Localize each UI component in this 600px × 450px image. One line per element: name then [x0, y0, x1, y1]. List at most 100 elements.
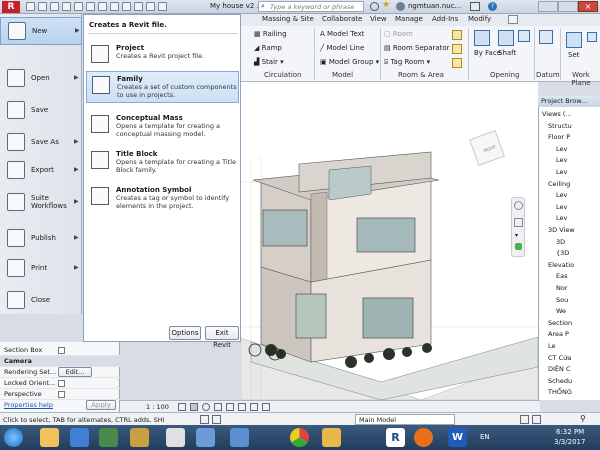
redo-icon[interactable] — [74, 2, 83, 11]
new-annotation-symbol-item[interactable]: Annotation Symbol Creates a tag or symbol… — [86, 183, 239, 215]
task-browser-icon[interactable] — [70, 428, 89, 447]
language-indicator[interactable]: EN — [480, 433, 490, 441]
thin-lines-icon[interactable] — [134, 2, 143, 11]
apply-button[interactable]: Apply — [86, 400, 116, 410]
detail-level-icon[interactable] — [178, 403, 186, 411]
tab-massing-site[interactable]: Massing & Site — [262, 15, 314, 23]
zoom-chevron-icon[interactable]: ▾ — [515, 232, 518, 239]
app-menu-item-print[interactable]: Print ▶ — [0, 255, 82, 283]
by-face-button[interactable]: By Face — [474, 49, 501, 57]
browser-node[interactable]: Floor P — [548, 133, 570, 141]
tab-view[interactable]: View — [370, 15, 387, 23]
browser-node[interactable]: Lev — [556, 168, 567, 176]
task-explorer-icon[interactable] — [322, 428, 341, 447]
clock-date[interactable]: 3/3/2017 — [554, 438, 585, 446]
drag-elements-icon[interactable] — [532, 415, 541, 424]
task-chrome-icon[interactable] — [290, 428, 309, 447]
model-group-button[interactable]: ▣ Model Group ▾ — [320, 58, 379, 66]
user-icon[interactable] — [396, 2, 405, 11]
browser-node[interactable]: Area P — [548, 330, 569, 338]
browser-node[interactable]: Ceiling — [548, 180, 570, 188]
options-button[interactable]: Options — [169, 326, 201, 340]
crop-view-icon[interactable] — [226, 403, 234, 411]
browser-node[interactable]: DIỆN C — [548, 365, 571, 373]
open-icon[interactable] — [26, 2, 35, 11]
app-menu-item-export[interactable]: Export ▶ — [0, 157, 82, 185]
shadows-icon[interactable] — [214, 403, 222, 411]
app-menu-item-save[interactable]: Save — [0, 97, 82, 125]
browser-node[interactable]: Lev — [556, 145, 567, 153]
new-project-item[interactable]: Project Creates a Revit project file. — [86, 41, 239, 73]
clock-time[interactable]: 6:32 PM — [556, 428, 584, 436]
app-menu-item-publish[interactable]: Publish ▶ — [0, 225, 82, 253]
task-ps-icon[interactable] — [230, 428, 249, 447]
exit-revit-button[interactable]: Exit Revit — [205, 326, 239, 349]
new-title-block-item[interactable]: Title Block Opens a template for creating… — [86, 147, 239, 179]
view-scale[interactable]: 1 : 100 — [146, 403, 169, 411]
main-model-select[interactable]: Main Model — [355, 414, 455, 425]
new-conceptual-mass-item[interactable]: Conceptual Mass Opens a template for crea… — [86, 111, 239, 143]
stair-button[interactable]: ▟ Stair ▾ — [254, 58, 284, 66]
filter-icon[interactable] — [200, 415, 209, 424]
search-box[interactable]: ⌕ Type a keyword or phrase — [258, 1, 364, 12]
save-icon[interactable] — [38, 2, 47, 11]
ribbon-minimize-icon[interactable] — [508, 15, 518, 24]
infocenter-icon[interactable] — [370, 2, 379, 11]
section-icon[interactable] — [122, 2, 131, 11]
browser-node[interactable]: We — [556, 307, 566, 315]
browser-node[interactable]: Schedu — [548, 377, 572, 385]
visual-style-icon[interactable] — [190, 403, 198, 411]
by-face-icon[interactable] — [474, 30, 490, 46]
search-input[interactable]: Type a keyword or phrase — [270, 3, 354, 11]
task-folder-icon[interactable] — [40, 428, 59, 447]
sun-path-icon[interactable] — [202, 403, 210, 411]
restore-icon[interactable] — [558, 1, 578, 12]
browser-node[interactable]: Nor — [556, 284, 568, 292]
close-window-icon[interactable]: × — [578, 1, 598, 12]
show-icon[interactable] — [587, 32, 597, 42]
user-name[interactable]: ngmtuan.nuc... — [408, 2, 461, 10]
help-icon[interactable]: ? — [488, 2, 497, 11]
temporary-hide-icon[interactable] — [238, 403, 246, 411]
browser-node[interactable]: Eas — [556, 272, 567, 280]
new-family-item[interactable]: Family Creates a set of custom components… — [86, 71, 239, 103]
switch-windows-icon[interactable] — [158, 2, 167, 11]
task-media-icon[interactable] — [99, 428, 118, 447]
task-word-icon[interactable]: W — [448, 428, 467, 447]
text-icon[interactable] — [98, 2, 107, 11]
measure-icon[interactable] — [86, 2, 95, 11]
start-icon[interactable] — [4, 428, 23, 447]
app-menu-item-save-as[interactable]: Save As ▶ — [0, 129, 82, 157]
task-app-icon[interactable] — [196, 428, 215, 447]
browser-node[interactable]: Lev — [556, 203, 567, 211]
3d-view-icon[interactable] — [110, 2, 119, 11]
browser-node[interactable]: THỐNG — [548, 388, 572, 396]
room-separator-button[interactable]: ▤ Room Separator — [384, 44, 450, 52]
app-menu-item-suite-workflows[interactable]: Suite Workflows ▶ — [0, 189, 82, 217]
filter-count-icon[interactable]: ⚲ — [580, 414, 586, 423]
browser-node[interactable]: Structu — [548, 122, 572, 130]
shaft-icon[interactable] — [498, 30, 514, 46]
set-icon[interactable] — [566, 32, 582, 48]
area-boundary-icon[interactable] — [452, 44, 462, 54]
steering-wheel-icon[interactable] — [514, 201, 523, 210]
railing-button[interactable]: ▦ Railing — [254, 30, 287, 38]
tab-add-ins[interactable]: Add-Ins — [432, 15, 458, 23]
model-line-button[interactable]: ╱ Model Line — [320, 44, 364, 52]
task-paint-icon[interactable] — [130, 428, 149, 447]
browser-node[interactable]: CT Cửa — [548, 354, 571, 362]
app-menu-item-close[interactable]: Close — [0, 287, 82, 315]
task-calendar-icon[interactable] — [166, 428, 185, 447]
tag-room-button[interactable]: ⌸ Tag Room ▾ — [384, 58, 430, 67]
exchange-icon[interactable] — [470, 2, 480, 11]
wall-opening-icon[interactable] — [518, 30, 530, 42]
level-icon[interactable] — [539, 30, 553, 44]
browser-node[interactable]: Lev — [556, 156, 567, 164]
browser-node[interactable]: Le — [548, 342, 556, 350]
tab-manage[interactable]: Manage — [395, 15, 423, 23]
browser-node[interactable]: Lev — [556, 214, 567, 222]
sync-icon[interactable] — [50, 2, 59, 11]
3d-viewport[interactable]: RIGHT ▾ — [240, 82, 539, 401]
select-underlay-icon[interactable] — [520, 415, 529, 424]
app-menu-item-open[interactable]: Open ▶ — [0, 65, 82, 93]
